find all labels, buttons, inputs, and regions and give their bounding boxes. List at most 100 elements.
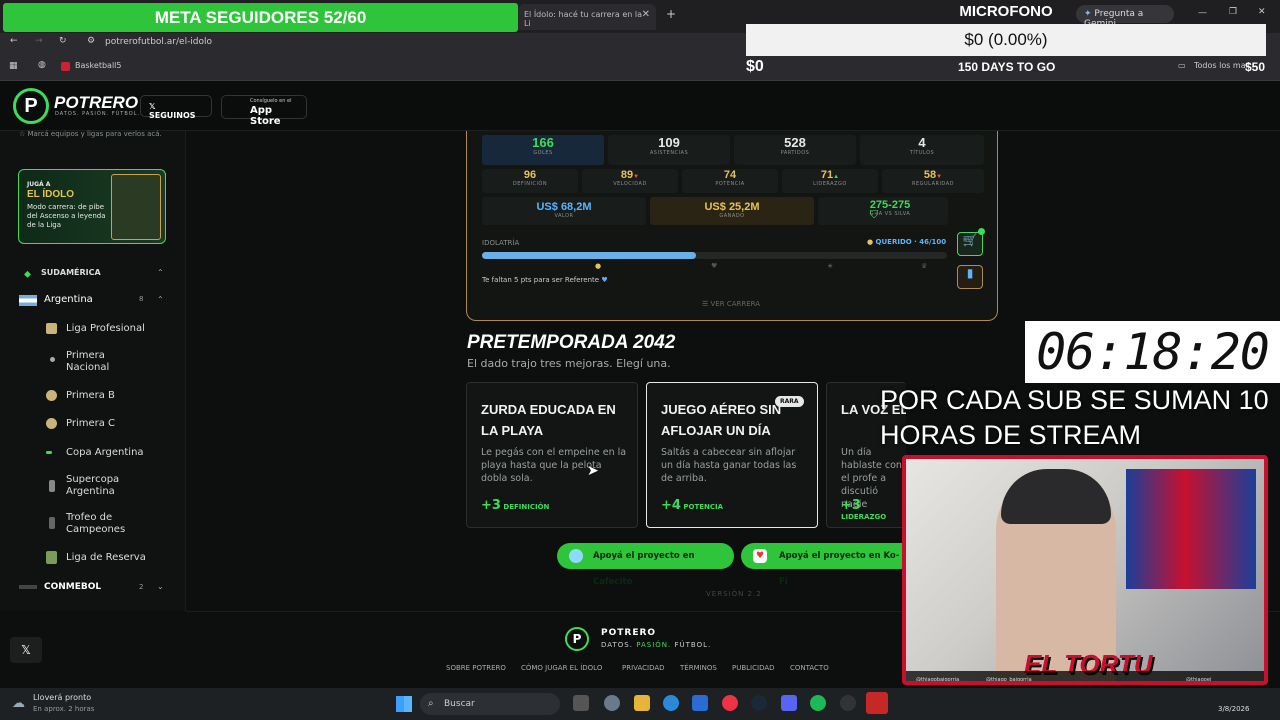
idolatria-status: ● QUERIDO · 46/100 xyxy=(867,238,947,246)
reload-icon[interactable]: ↻ xyxy=(59,36,67,46)
banner-flag xyxy=(1126,469,1256,589)
primera-nacional-icon xyxy=(50,357,55,362)
spotify-icon[interactable] xyxy=(810,695,826,711)
sidebar-league-primera-c[interactable]: Primera C xyxy=(66,418,115,430)
url-bar[interactable]: potrerofutbol.ar/el-idolo xyxy=(105,37,212,47)
webcam-frame: EL TORTU @thiagobaigorria_ @thiago_baigo… xyxy=(902,455,1268,685)
stat-regularidad: 58▼ REGULARIDAD xyxy=(882,169,984,193)
country-count: 8 xyxy=(139,295,144,303)
promo-desc: Modo carrera: de pibe del Ascenso a leye… xyxy=(27,203,106,229)
discord-icon[interactable] xyxy=(781,695,797,711)
sidebar-league-liga-reserva[interactable]: Liga de Reserva xyxy=(66,552,146,564)
sidebar-region-sudamerica[interactable]: SUDAMÉRICA xyxy=(41,268,101,277)
close-window-icon[interactable]: ✕ xyxy=(1258,7,1266,17)
app-store-button[interactable]: Consíguelo en el App Store xyxy=(221,95,307,127)
handle-tiktok: @thiago_baigorria xyxy=(986,677,1032,683)
sidebar-league-copa-argentina[interactable]: Copa Argentina xyxy=(66,447,144,459)
sidebar-league-trofeo-campeones[interactable]: Trofeo de Campeones xyxy=(66,512,136,536)
sidebar-league-primera-nacional[interactable]: Primera Nacional xyxy=(66,350,136,374)
all-bookmarks[interactable]: Todos los mar xyxy=(1194,61,1249,70)
promo-small: JUGÁ A xyxy=(27,181,51,188)
chevron-up-icon[interactable]: ⌃ xyxy=(157,295,164,304)
handle-x: @thiagoei_ xyxy=(1186,677,1214,683)
sidebar-league-liga-profesional[interactable]: Liga Profesional xyxy=(66,323,145,335)
sidebar-league-primera-b[interactable]: Primera B xyxy=(66,390,115,402)
brand-name[interactable]: POTRERO xyxy=(54,93,138,113)
footer-link-sobre[interactable]: SOBRE POTRERO xyxy=(446,664,506,672)
app-store-small: Consíguelo en el xyxy=(250,98,292,104)
footer-logo-icon[interactable]: P xyxy=(565,627,589,651)
apps-icon[interactable]: ▦ xyxy=(9,61,18,71)
stat-rival: 275-275 G+A VS SILVA ⛉ xyxy=(818,197,948,225)
stat-partidos: 528 PARTIDOS xyxy=(734,135,856,165)
obs-icon[interactable] xyxy=(840,695,856,711)
taskbar-search[interactable]: ⌕ Buscar xyxy=(420,693,560,715)
bookmarks-bar: ▦ ◍ Basketball5 ▭ Todos los mar xyxy=(0,53,1280,81)
cafecito-button[interactable]: Apoyá el proyecto en Cafecito xyxy=(557,543,734,587)
pretemporada-title: PRETEMPORADA 2042 xyxy=(467,332,676,353)
x-logo-icon: 𝕏 xyxy=(149,102,156,111)
donation-goal-box: $0 (0.00%) xyxy=(746,24,1266,56)
follow-x-button[interactable]: 𝕏 SEGUINOS xyxy=(140,95,212,120)
goal-left: $0 xyxy=(746,58,764,75)
argentina-flag-icon xyxy=(19,295,37,306)
stat-asistencias: 109 ASISTENCIAS xyxy=(608,135,730,165)
footer-link-privacidad[interactable]: PRIVACIDAD xyxy=(622,664,665,672)
maximize-icon[interactable]: ❐ xyxy=(1229,7,1237,17)
kofi-icon: ♥ xyxy=(753,549,767,563)
shop-cart-icon[interactable]: 🛒 xyxy=(957,232,983,256)
site-info-icon[interactable]: ⚙ xyxy=(87,36,95,46)
option-card-juego-aereo[interactable]: JUEGO AÉREO SIN AFLOJAR UN DÍA RARA Salt… xyxy=(646,382,818,528)
subathon-timer: 06:18:20 xyxy=(1025,321,1280,383)
weather-text[interactable]: Lloverá pronto xyxy=(33,693,91,702)
option-bonus: +4 POTENCIA xyxy=(661,498,724,513)
x-share-icon[interactable]: 𝕏 xyxy=(10,637,42,663)
weather-icon: ☁ xyxy=(12,696,25,711)
notification-dot xyxy=(978,228,985,235)
career-card: 166 GOLES 109 ASISTENCIAS 528 PARTIDOS 4 TÍT… xyxy=(466,131,998,321)
gemini-button-overlay[interactable]: ✦ Pregunta a Gemini xyxy=(1076,5,1174,29)
chevron-down-icon[interactable]: ⌄ xyxy=(157,582,164,591)
sidebar-region-conmebol[interactable]: CONMEBOL xyxy=(44,582,101,592)
edge-icon[interactable] xyxy=(663,695,679,711)
new-tab-icon[interactable]: + xyxy=(666,7,676,21)
minimize-icon[interactable]: — xyxy=(1198,8,1207,18)
potrero-logo-icon[interactable]: P xyxy=(13,88,49,124)
store-icon[interactable] xyxy=(692,695,708,711)
task-view-icon[interactable] xyxy=(573,695,589,711)
option-title: ZURDA EDUCADA EN LA PLAYA xyxy=(481,402,616,438)
app-red-icon[interactable] xyxy=(866,692,888,714)
forward-icon[interactable]: → xyxy=(35,36,43,46)
el-idolo-promo[interactable]: JUGÁ A EL ÍDOLO Modo carrera: de pibe de… xyxy=(18,169,166,244)
cafecito-icon xyxy=(569,549,583,563)
follow-x-label: SEGUINOS xyxy=(149,111,196,120)
social-handles-bar: @thiagobaigorria_ @thiago_baigorria @thi… xyxy=(906,671,1264,683)
footer-link-publicidad[interactable]: PUBLICIDAD xyxy=(732,664,775,672)
kofi-button[interactable]: ♥ Apoyá el proyecto en Ko-Fi xyxy=(741,543,905,587)
footer-tagline: DATOS. PASIÓN. FÚTBOL. xyxy=(601,641,712,649)
back-icon[interactable]: ← xyxy=(10,36,18,46)
option-bonus: +3 LIDERAZGO xyxy=(841,498,887,521)
sidebar-country-argentina[interactable]: Argentina xyxy=(44,294,93,305)
region-pin-icon: ⬥ xyxy=(24,269,31,280)
steam-icon[interactable] xyxy=(751,695,767,711)
globe-icon[interactable]: ◍ xyxy=(38,60,46,70)
idolatria-label: IDOLATRÍA xyxy=(482,239,520,247)
footer-link-como-jugar[interactable]: CÓMO JUGAR EL ÍDOLO xyxy=(521,664,602,672)
file-explorer-icon[interactable] xyxy=(634,695,650,711)
sidebar-league-supercopa[interactable]: Supercopa Argentina xyxy=(66,474,136,498)
settings-icon[interactable] xyxy=(604,695,620,711)
windows-start-icon[interactable] xyxy=(396,696,412,712)
sidebar: ☆ Marcá equipos y ligas para verlos acá.… xyxy=(0,130,186,611)
browser-tab-active[interactable]: El Ídolo: hacé tu carrera en la Li ✕ xyxy=(518,4,656,30)
chrome-icon[interactable] xyxy=(722,695,738,711)
footer-link-terminos[interactable]: TÉRMINOS xyxy=(680,664,717,672)
footer-link-contacto[interactable]: CONTACTO xyxy=(790,664,829,672)
chevron-up-icon[interactable]: ⌃ xyxy=(157,268,164,277)
option-card-zurda[interactable]: ZURDA EDUCADA EN LA PLAYA Le pegás con e… xyxy=(466,382,638,528)
close-tab-icon[interactable]: ✕ xyxy=(642,9,650,20)
ver-carrera-button[interactable]: ☰ VER CARRERA xyxy=(702,300,760,308)
weather-subtext: En aprox. 2 horas xyxy=(33,705,95,713)
inventory-icon[interactable]: ▮ xyxy=(957,265,983,289)
bookmark-basketball5[interactable]: Basketball5 xyxy=(75,61,121,70)
